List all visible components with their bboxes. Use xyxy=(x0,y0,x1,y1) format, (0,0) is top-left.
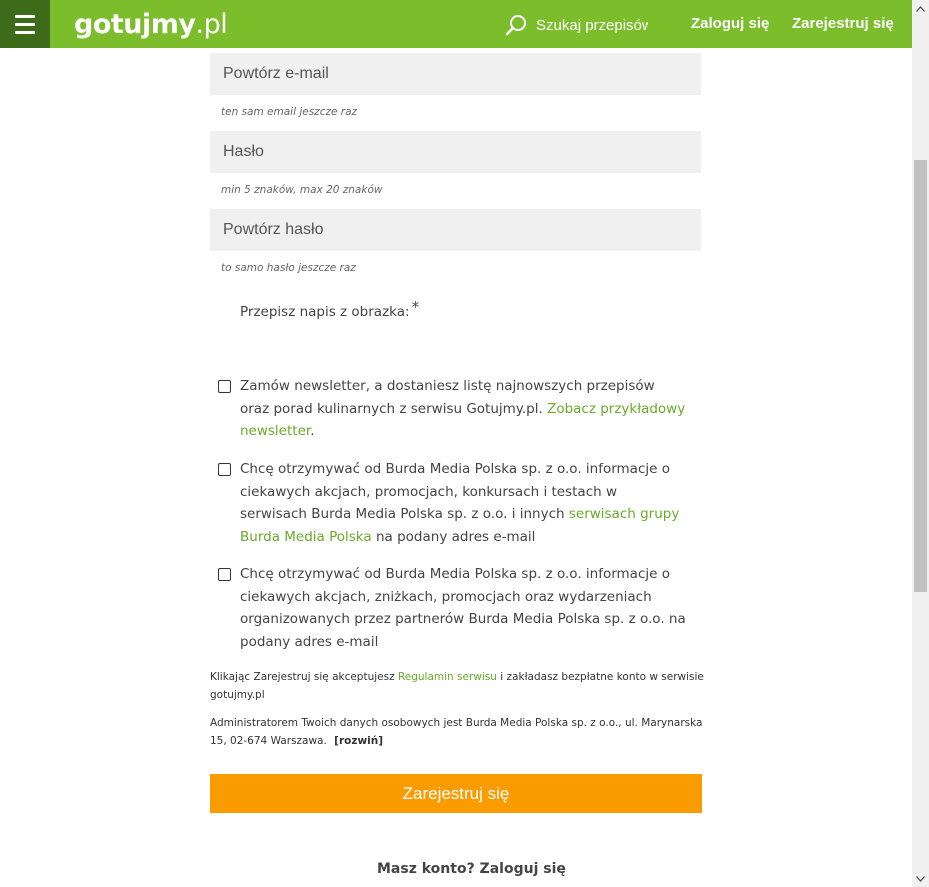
password-hint: min 5 znaków, max 20 znaków xyxy=(221,184,383,196)
scroll-down-arrow-icon[interactable] xyxy=(912,870,929,887)
menu-button[interactable] xyxy=(0,0,50,48)
newsletter-text: Zamów newsletter, a dostaniesz listę naj… xyxy=(240,375,688,443)
logo-text: gotujmy xyxy=(74,8,196,40)
logo-domain: .pl xyxy=(195,8,228,40)
burda-consent-checkbox[interactable] xyxy=(218,463,231,476)
terms-prefix: Klikając Zarejestruj się akceptujesz xyxy=(210,671,395,683)
partners-consent-checkbox[interactable] xyxy=(218,568,231,581)
burda-consent-text: Chcę otrzymywać od Burda Media Polska sp… xyxy=(240,458,688,548)
register-submit-button[interactable]: Zarejestruj się xyxy=(210,774,702,813)
expand-link[interactable]: [rozwiń] xyxy=(334,735,383,747)
top-header: gotujmy.pl Zaloguj się Zarejestruj się xyxy=(0,0,912,48)
login-link[interactable]: Zaloguj się xyxy=(691,15,769,32)
burda-consent-option: Chcę otrzymywać od Burda Media Polska sp… xyxy=(218,458,688,548)
newsletter-suffix: . xyxy=(310,423,315,439)
partners-consent-option: Chcę otrzymywać od Burda Media Polska sp… xyxy=(218,563,688,653)
terms-link[interactable]: Regulamin serwisu xyxy=(398,671,497,683)
repeat-email-field[interactable] xyxy=(210,53,701,95)
required-mark: * xyxy=(411,298,420,316)
scroll-up-arrow-icon[interactable] xyxy=(912,0,929,17)
newsletter-option: Zamów newsletter, a dostaniesz listę naj… xyxy=(218,375,688,443)
search-box xyxy=(505,12,648,38)
repeat-email-hint: ten sam email jeszcze raz xyxy=(221,106,358,118)
have-account-login-link[interactable]: Masz konto? Zaloguj się xyxy=(377,861,566,877)
admin-notice: Administratorem Twoich danych osobowych … xyxy=(210,714,705,750)
password-field[interactable] xyxy=(210,131,701,173)
search-icon[interactable] xyxy=(505,14,527,36)
repeat-password-field[interactable] xyxy=(210,209,701,251)
captcha-label: Przepisz napis z obrazka: * xyxy=(240,298,419,320)
scrollbar-thumb[interactable] xyxy=(914,160,927,592)
search-input[interactable] xyxy=(536,16,648,34)
captcha-label-text: Przepisz napis z obrazka: xyxy=(240,304,410,320)
newsletter-checkbox[interactable] xyxy=(218,380,231,393)
hamburger-icon-bar xyxy=(15,14,35,18)
repeat-password-hint: to samo hasło jeszcze raz xyxy=(221,262,356,274)
register-link[interactable]: Zarejestruj się xyxy=(792,15,894,32)
hamburger-icon-bar xyxy=(15,22,35,26)
burda-consent-suffix: na podany adres e-mail xyxy=(375,528,536,545)
partners-consent-text: Chcę otrzymywać od Burda Media Polska sp… xyxy=(240,566,686,650)
terms-notice: Klikając Zarejestruj się akceptujesz Reg… xyxy=(210,668,705,704)
site-logo[interactable]: gotujmy .pl xyxy=(74,6,228,42)
scrollbar[interactable] xyxy=(912,0,929,887)
admin-text: Administratorem Twoich danych osobowych … xyxy=(210,717,703,747)
hamburger-icon-bar xyxy=(15,30,35,34)
